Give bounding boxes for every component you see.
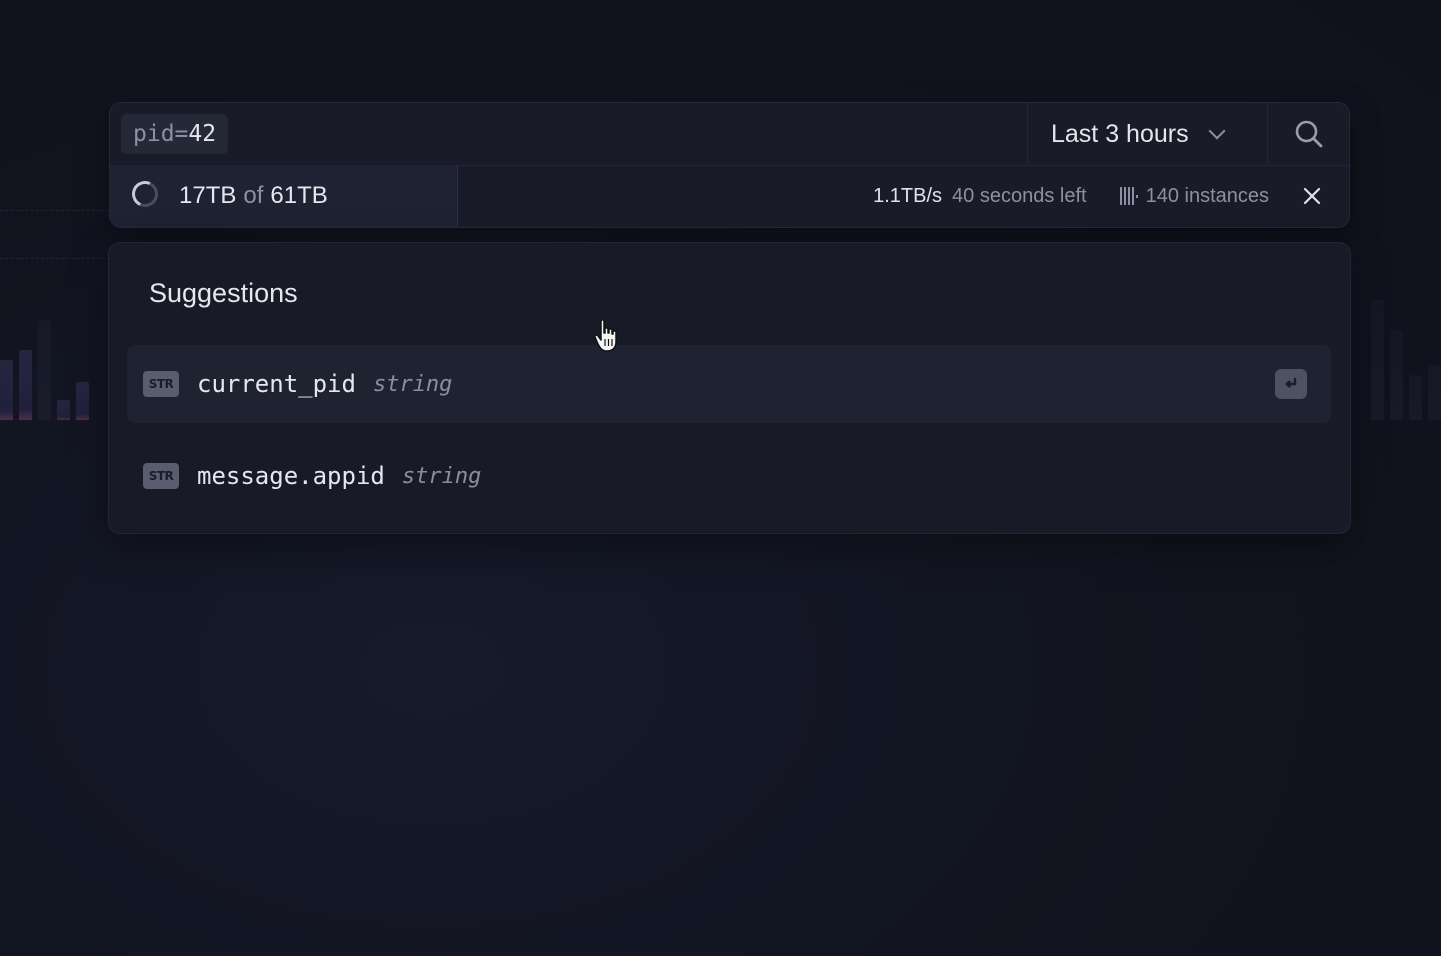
chevron-down-icon [1208, 122, 1226, 140]
string-type-badge: STR [143, 463, 179, 489]
scanned-total: 61TB [270, 182, 328, 209]
string-type-badge: STR [143, 371, 179, 397]
query-row: pid = 42 Last 3 hours [110, 103, 1349, 166]
scanned-amount: 17TB of 61TB [179, 165, 328, 227]
enter-key-icon [1275, 369, 1307, 399]
suggestion-item[interactable]: STR message.appid string [127, 437, 1331, 515]
query-value: 42 [188, 121, 217, 147]
scanned-value: 17TB [179, 182, 237, 209]
instances-count: 140 instances [1145, 184, 1269, 207]
hand-cursor-icon [594, 319, 617, 352]
scan-rate: 1.1TB/s [873, 184, 943, 207]
background-gridline [0, 210, 110, 212]
time-range-select[interactable]: Last 3 hours [1027, 103, 1267, 165]
suggestions-panel: Suggestions STR current_pid string STR m… [108, 242, 1351, 534]
query-operator: = [174, 121, 189, 147]
search-button[interactable] [1267, 103, 1349, 165]
close-icon [1303, 187, 1321, 205]
background-bars-left [0, 250, 89, 420]
scanned-of-label: of [243, 182, 264, 209]
search-icon [1295, 120, 1323, 148]
time-remaining: 40 seconds left [952, 184, 1087, 207]
time-range-label: Last 3 hours [1051, 119, 1189, 148]
query-key: pid [133, 121, 175, 147]
suggestions-title: Suggestions [149, 278, 298, 308]
background-bars-right [1371, 250, 1441, 420]
suggestion-item[interactable]: STR current_pid string [127, 345, 1331, 423]
suggestion-field-type: string [372, 371, 453, 397]
query-progress-row: 17TB of 61TB 1.1TB/s 40 seconds left 140… [110, 165, 1349, 227]
suggestion-field-name: message.appid [197, 462, 385, 490]
search-box: pid = 42 Last 3 hours 17TB of 61TB 1.1TB/s… [109, 102, 1350, 228]
query-stats: 1.1TB/s 40 seconds left 140 instances [873, 165, 1269, 227]
query-token[interactable]: pid = 42 [121, 114, 229, 154]
cancel-query-button[interactable] [1301, 185, 1323, 207]
instances-icon [1119, 187, 1138, 205]
suggestion-field-type: string [401, 463, 482, 489]
suggestion-field-name: current_pid [197, 370, 356, 398]
